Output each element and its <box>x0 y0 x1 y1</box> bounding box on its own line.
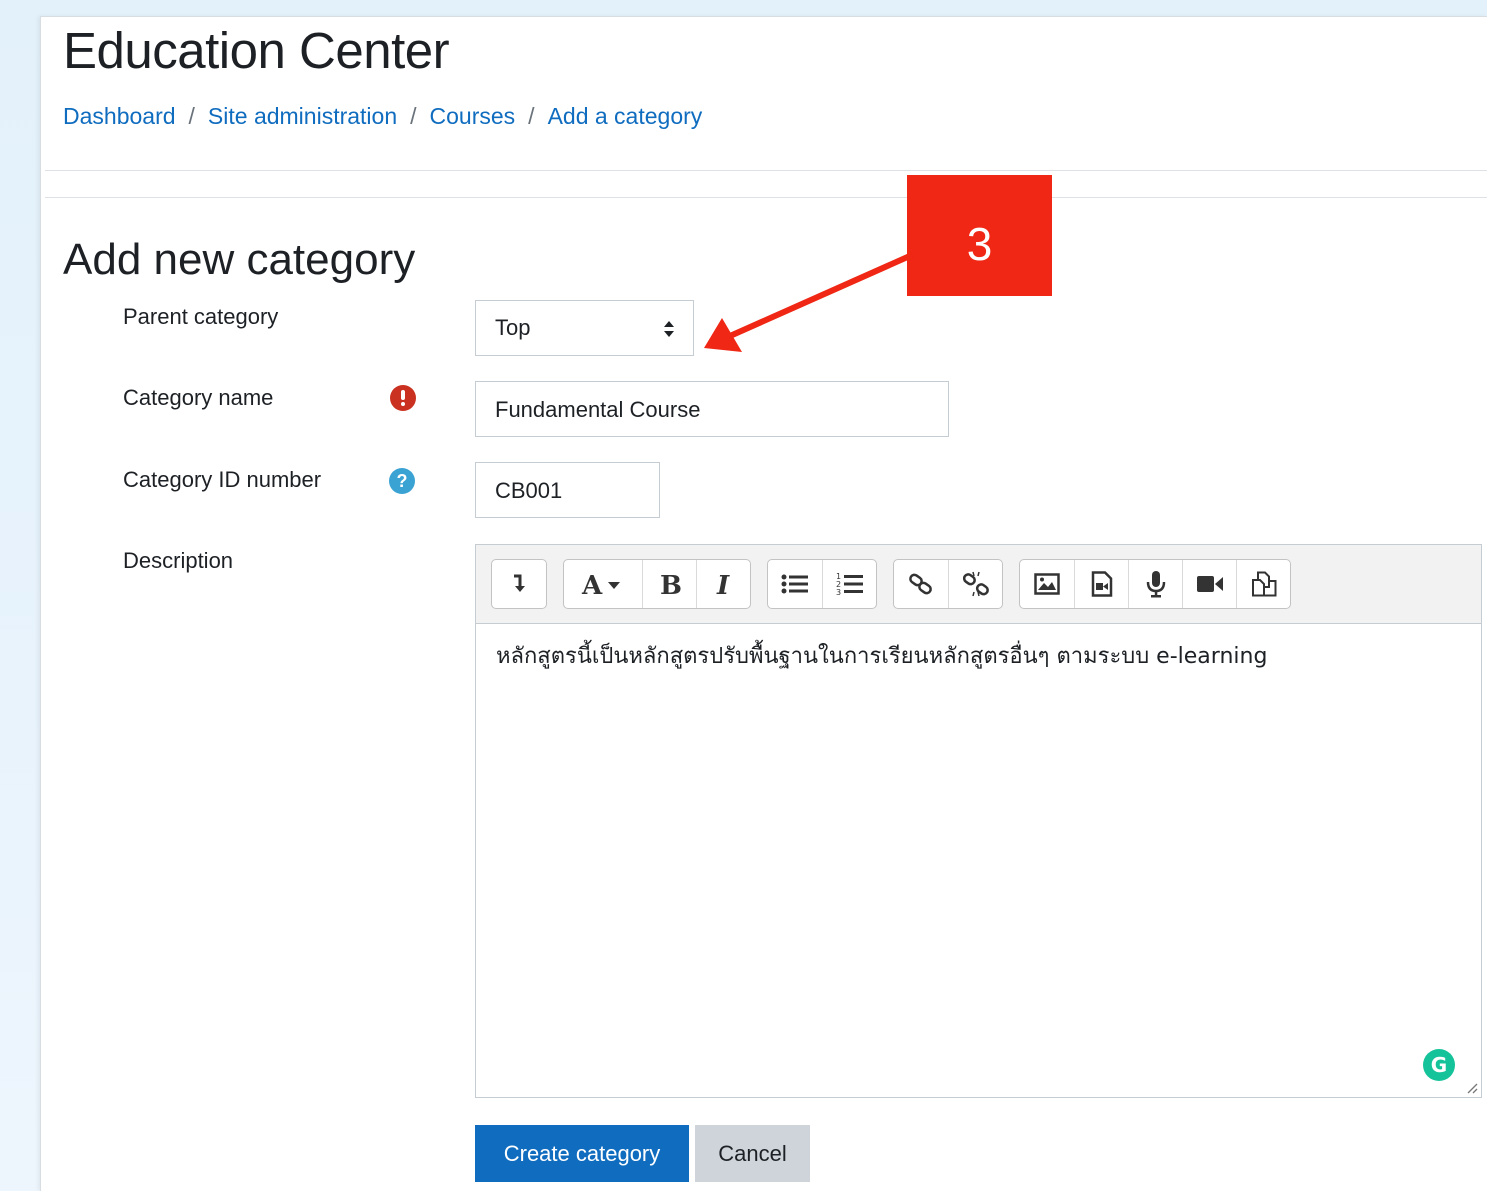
description-editor: A B I 123 หลักสูตรนี้เป็นหลักสูตรปรับพื้… <box>475 544 1482 1098</box>
description-content[interactable]: หลักสูตรนี้เป็นหลักสูตรปรับพื้นฐานในการเ… <box>476 623 1481 1097</box>
breadcrumb-separator: / <box>410 103 417 129</box>
page-container: Education Center Dashboard / Site admini… <box>40 16 1487 1191</box>
breadcrumb-separator: / <box>528 103 535 129</box>
svg-text:3: 3 <box>836 588 841 597</box>
breadcrumb-dashboard[interactable]: Dashboard <box>63 103 176 130</box>
content-divider <box>45 197 1487 198</box>
select-arrows-icon <box>664 321 674 337</box>
image-icon[interactable] <box>1020 560 1074 608</box>
italic-icon[interactable]: I <box>696 560 750 608</box>
category-id-input[interactable]: CB001 <box>475 462 660 518</box>
unordered-list-icon[interactable] <box>768 560 822 608</box>
create-category-button[interactable]: Create category <box>475 1125 689 1182</box>
svg-text:B: B <box>660 571 682 598</box>
description-text: หลักสูตรนี้เป็นหลักสูตรปรับพื้นฐานในการเ… <box>496 644 1268 669</box>
cancel-button[interactable]: Cancel <box>695 1125 810 1182</box>
breadcrumb-courses[interactable]: Courses <box>430 103 516 130</box>
font-style-icon[interactable]: A <box>564 560 642 608</box>
toolbar-group <box>1019 559 1291 609</box>
manage-files-icon[interactable] <box>1236 560 1290 608</box>
link-icon[interactable] <box>894 560 948 608</box>
toolbar-group <box>893 559 1003 609</box>
svg-text:I: I <box>716 571 730 598</box>
breadcrumb-site-administration[interactable]: Site administration <box>208 103 397 130</box>
description-label: Description <box>123 548 234 573</box>
category-name-input[interactable]: Fundamental Course <box>475 381 949 437</box>
svg-text:A: A <box>581 571 603 598</box>
parent-category-select[interactable]: Top <box>475 300 694 356</box>
collapse-icon[interactable] <box>492 560 546 608</box>
record-audio-icon[interactable] <box>1128 560 1182 608</box>
category-name-label: Category name <box>123 385 274 410</box>
toolbar-group: 123 <box>767 559 877 609</box>
breadcrumb-add-category[interactable]: Add a category <box>548 103 703 130</box>
media-icon[interactable] <box>1074 560 1128 608</box>
header-divider <box>45 170 1487 171</box>
grammarly-icon[interactable]: G <box>1423 1049 1455 1081</box>
toolbar-group <box>491 559 547 609</box>
resize-handle-icon[interactable] <box>1464 1080 1478 1094</box>
site-title: Education Center <box>63 22 450 79</box>
exclamation-circle-icon <box>390 385 416 411</box>
parent-category-label: Parent category <box>123 304 279 329</box>
form-heading: Add new category <box>63 235 416 284</box>
breadcrumb-separator: / <box>188 103 195 129</box>
ordered-list-icon[interactable]: 123 <box>822 560 876 608</box>
question-circle-icon[interactable]: ? <box>389 468 415 494</box>
record-video-icon[interactable] <box>1182 560 1236 608</box>
toolbar-group: A B I <box>563 559 751 609</box>
editor-toolbar: A B I 123 <box>491 559 1307 609</box>
annotation-arrow-icon <box>704 252 914 352</box>
breadcrumb: Dashboard / Site administration / Course… <box>63 103 702 130</box>
parent-category-value: Top <box>495 315 531 340</box>
unlink-icon[interactable] <box>948 560 1002 608</box>
category-id-label: Category ID number <box>123 467 322 492</box>
bold-icon[interactable]: B <box>642 560 696 608</box>
